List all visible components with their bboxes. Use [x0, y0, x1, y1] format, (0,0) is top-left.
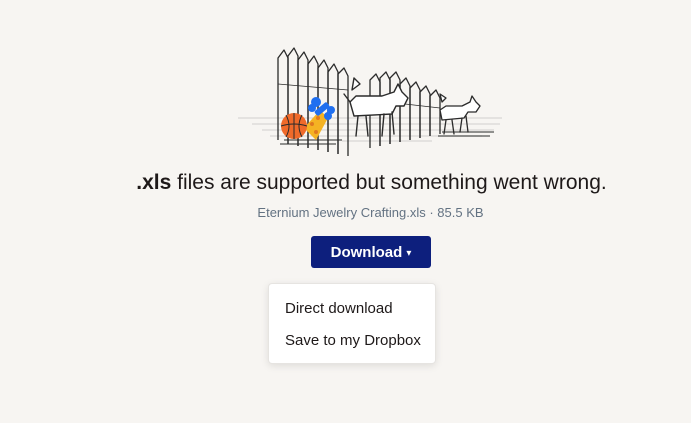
basketball-icon [280, 113, 308, 139]
download-label: Download [330, 243, 403, 261]
dog-small-icon [439, 93, 481, 135]
file-info: Eternium Jewelry Crafting.xls · 85.5 KB [257, 205, 484, 220]
error-page: .xls files are supported but something w… [0, 0, 691, 423]
error-headline: .xls files are supported but something w… [0, 169, 691, 197]
menu-item-save-to-dropbox[interactable]: Save to my Dropbox [269, 325, 435, 357]
dogs-behind-fence-illustration [238, 47, 502, 156]
menu-item-direct-download[interactable]: Direct download [269, 293, 435, 325]
download-button[interactable]: Download ▾ [311, 236, 431, 268]
download-dropdown-menu: Direct download Save to my Dropbox [268, 283, 436, 364]
error-message: files are supported but something went w… [171, 171, 607, 194]
file-extension: .xls [136, 171, 172, 194]
caret-down-icon: ▾ [406, 247, 412, 259]
dog-icon [343, 77, 409, 137]
